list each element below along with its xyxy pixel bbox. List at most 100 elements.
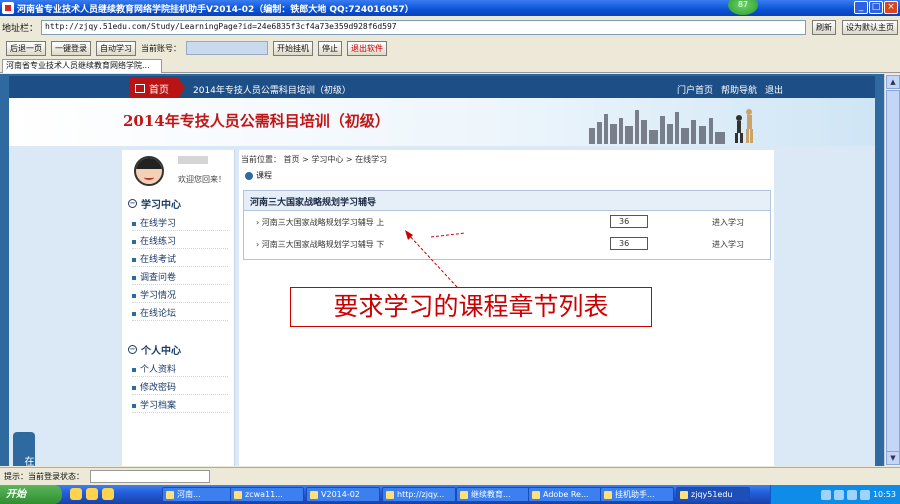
chapter-value-field[interactable]: 36	[610, 237, 648, 250]
sidebar-item-archive[interactable]: 学习档案	[132, 398, 228, 413]
taskbar-item[interactable]: 河南...	[162, 487, 236, 502]
bullet-icon	[132, 275, 136, 280]
sidebar-item-label: 学习档案	[140, 401, 177, 411]
sidebar-item-label: 在线练习	[140, 237, 177, 247]
site-nav-bar: 首页 2014年专技人员公需科目培训（初级） 门户首页 帮助导航 退出	[9, 76, 875, 98]
sidebar-item-label: 修改密码	[140, 383, 177, 393]
quick-launch-icon[interactable]	[102, 488, 114, 500]
window-title-bar: 河南省专业技术人员继续教育网络学院挂机助手V2014-02（编制：铁郎大地 QQ…	[0, 0, 900, 16]
chapter-value-field[interactable]: 36	[610, 215, 648, 228]
tray-icon[interactable]	[859, 489, 870, 500]
auto-study-button[interactable]: 自动学习	[96, 40, 136, 56]
banner-title: 2014年专技人员公需科目培训（初级）	[123, 112, 390, 130]
back-button[interactable]: 后退一页	[6, 40, 46, 56]
nav-links: 门户首页 帮助导航 退出	[677, 83, 783, 96]
user-name-redacted	[178, 156, 208, 164]
chapter-list: 河南三大国家战略规划学习辅导 › 河南三大国家战略规划学习辅导 上 36 进入学…	[243, 190, 771, 260]
section-title: 个人中心	[141, 346, 181, 357]
close-icon[interactable]: ×	[884, 1, 898, 14]
address-row: 地址栏： http://zjqy.51edu.com/Study/Learnin…	[0, 17, 900, 37]
sidebar-item-label: 在线论坛	[140, 309, 177, 319]
address-label: 地址栏：	[2, 23, 39, 34]
quick-launch	[70, 488, 114, 500]
start-button[interactable]: 开始	[0, 485, 62, 504]
annotation-label: 要求学习的课程章节列表	[290, 287, 652, 327]
exit-button[interactable]: 退出软件	[347, 40, 387, 56]
set-homepage-button[interactable]: 设为默认主页	[842, 19, 898, 35]
chapter-heading: 河南三大国家战略规划学习辅导	[244, 191, 770, 211]
scroll-up-icon[interactable]: ▲	[886, 75, 900, 89]
skyline-illustration	[589, 109, 753, 144]
sidebar-item-label: 学习情况	[140, 291, 177, 301]
course-tag-label: 课程	[256, 171, 272, 180]
quick-launch-icon[interactable]	[70, 488, 82, 500]
sidebar-item-progress[interactable]: 学习情况	[132, 288, 228, 303]
chapter-title: › 河南三大国家战略规划学习辅导 上	[256, 218, 385, 227]
tray-icon[interactable]	[820, 489, 831, 500]
home-icon	[135, 83, 145, 93]
online-consult-tab[interactable]: 在线咨询»	[13, 432, 35, 466]
stop-button[interactable]: 停止	[318, 40, 342, 56]
sidebar-item-label: 在线考试	[140, 255, 177, 265]
sidebar-item-online-practice[interactable]: 在线练习	[132, 234, 228, 249]
site-banner: 2014年专技人员公需科目培训（初级）	[9, 98, 875, 146]
taskbar-item[interactable]: V2014-02	[306, 487, 380, 502]
sidebar: 欢迎您回来！ − 学习中心 在线学习 在线练习 在线考试 调查问卷 学习情况 在…	[122, 150, 235, 466]
taskbar-item[interactable]: http://zjqy...	[382, 487, 456, 502]
tab-strip: 河南省专业技术人员继续教育网络学院...	[0, 59, 900, 73]
bullet-icon	[132, 257, 136, 262]
window-controls: _ □ ×	[854, 1, 898, 14]
tray-icon[interactable]	[846, 489, 857, 500]
maximize-icon[interactable]: □	[869, 1, 883, 14]
nav-link-portal[interactable]: 门户首页	[677, 83, 713, 96]
arrow-circle-icon	[245, 171, 253, 180]
enter-study-link[interactable]: 进入学习	[712, 239, 744, 250]
one-click-login-button[interactable]: 一键登录	[51, 40, 91, 56]
bullet-icon	[132, 403, 136, 408]
chapter-row: › 河南三大国家战略规划学习辅导 上 36 进入学习	[244, 211, 770, 233]
scroll-thumb[interactable]	[886, 90, 900, 452]
status-bar: 提示：当前登录状态：	[0, 467, 900, 485]
refresh-button[interactable]: 刷新	[812, 19, 836, 35]
sidebar-item-online-study[interactable]: 在线学习	[132, 216, 228, 231]
sidebar-item-label: 调查问卷	[140, 273, 177, 283]
nav-link-help[interactable]: 帮助导航	[721, 83, 757, 96]
scroll-down-icon[interactable]: ▼	[886, 451, 900, 465]
sidebar-item-password[interactable]: 修改密码	[132, 380, 228, 395]
section-title: 学习中心	[141, 200, 181, 211]
section-study-center: − 学习中心	[128, 196, 181, 211]
start-button[interactable]: 开始挂机	[273, 40, 313, 56]
taskbar-item[interactable]: zcwa11...	[230, 487, 304, 502]
window-title: 河南省专业技术人员继续教育网络学院挂机助手V2014-02（编制：铁郎大地 QQ…	[17, 4, 414, 15]
minimize-icon[interactable]: _	[854, 1, 868, 14]
home-button[interactable]: 首页	[129, 78, 185, 98]
status-text: 提示：当前登录状态：	[4, 472, 84, 481]
app-icon	[2, 2, 14, 14]
quick-launch-icon[interactable]	[86, 488, 98, 500]
nav-link-logout[interactable]: 退出	[765, 83, 783, 96]
tab-course-site[interactable]: 河南省专业技术人员继续教育网络学院...	[2, 59, 162, 73]
taskbar: 开始 河南... zcwa11... V2014-02 http://zjqy.…	[0, 485, 900, 504]
sidebar-item-profile[interactable]: 个人资料	[132, 362, 228, 377]
welcome-text: 欢迎您回来！	[178, 175, 226, 184]
sidebar-item-forum[interactable]: 在线论坛	[132, 306, 228, 321]
account-label: 当前账号：	[141, 43, 181, 53]
sidebar-item-label: 个人资料	[140, 365, 177, 375]
taskbar-item-active[interactable]: zjqy51edu	[676, 487, 750, 502]
account-value-redacted	[186, 41, 268, 55]
taskbar-item[interactable]: 继续教育...	[456, 487, 530, 502]
enter-study-link[interactable]: 进入学习	[712, 217, 744, 228]
vertical-scrollbar[interactable]: ▲ ▼	[884, 74, 900, 466]
chapter-title: › 河南三大国家战略规划学习辅导 下	[256, 240, 385, 249]
sidebar-item-online-exam[interactable]: 在线考试	[132, 252, 228, 267]
status-value-redacted	[90, 470, 210, 483]
taskbar-item[interactable]: Adobe Re...	[528, 487, 602, 502]
bullet-icon	[132, 239, 136, 244]
bullet-icon	[132, 311, 136, 316]
nav-title: 2014年专技人员公需科目培训（初级）	[193, 86, 351, 96]
url-input[interactable]: http://zjqy.51edu.com/Study/LearningPage…	[41, 19, 806, 35]
tray-icon[interactable]	[833, 489, 844, 500]
course-tag: 课程	[245, 170, 272, 181]
taskbar-item[interactable]: 挂机助手...	[600, 487, 674, 502]
sidebar-item-survey[interactable]: 调查问卷	[132, 270, 228, 285]
